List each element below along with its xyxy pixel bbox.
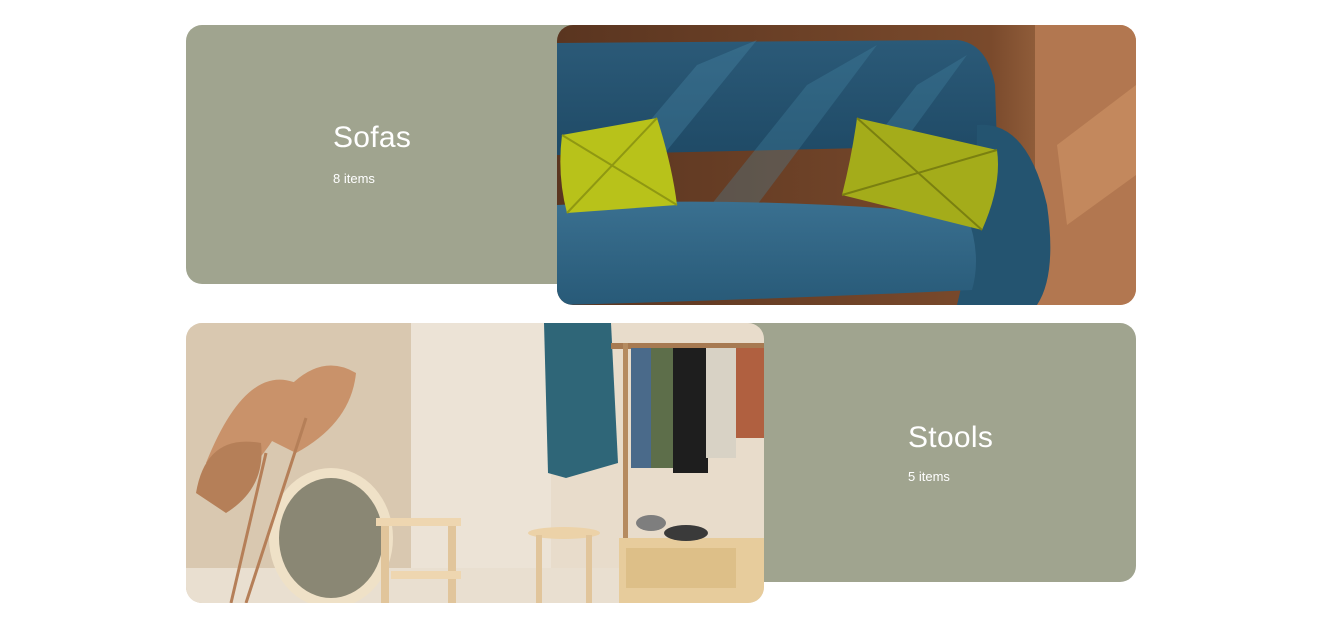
category-card-stools[interactable]: Stools 5 items — [186, 323, 1136, 603]
category-item-count: 5 items — [908, 469, 950, 484]
category-item-count: 8 items — [333, 171, 375, 186]
category-title[interactable]: Stools — [908, 421, 993, 455]
stools-image[interactable] — [186, 323, 764, 603]
category-panel: Sofas 8 items — [186, 25, 606, 284]
category-card-sofas[interactable]: Sofas 8 items — [186, 25, 1136, 305]
sofa-image[interactable] — [557, 25, 1136, 305]
category-panel: Stools 5 items — [716, 323, 1136, 582]
category-title[interactable]: Sofas — [333, 121, 411, 155]
